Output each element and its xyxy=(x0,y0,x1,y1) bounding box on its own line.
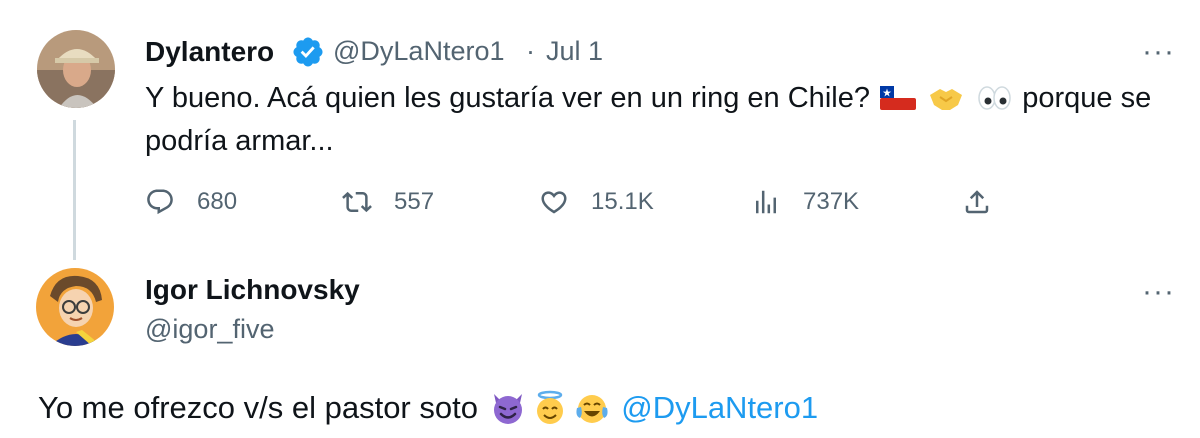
reply-text: Yo me ofrezco v/s el pastor soto @DyLaNt… xyxy=(38,390,818,426)
author-name[interactable]: Dylantero xyxy=(145,36,274,68)
like-button[interactable]: 15.1K xyxy=(539,182,654,222)
share-button[interactable] xyxy=(962,182,1014,222)
author-handle[interactable]: @DyLaNtero1 xyxy=(333,36,504,67)
heart-icon xyxy=(541,191,567,214)
mention-link[interactable]: @DyLaNtero1 xyxy=(621,390,818,425)
reply-more-options-icon[interactable]: ··· xyxy=(1142,277,1175,307)
reply-icon xyxy=(147,189,173,215)
avatar-dylantero[interactable] xyxy=(37,30,115,108)
tweet-text-continuation: porque se xyxy=(1022,82,1152,114)
reply-button[interactable]: 680 xyxy=(145,182,237,222)
reply-text-main: Yo me ofrezco v/s el pastor soto xyxy=(38,390,478,425)
retweet-button[interactable]: 557 xyxy=(342,182,434,222)
views-count: 737K xyxy=(803,188,860,215)
chile-flag-icon xyxy=(880,86,917,110)
reply-count: 680 xyxy=(197,188,238,215)
more-options-icon[interactable]: ··· xyxy=(1142,37,1175,67)
tweet-text-main: Y bueno. Acá quien les gustaría ver en u… xyxy=(145,82,870,114)
tears-of-joy-icon xyxy=(576,395,608,423)
avatar-igor[interactable] xyxy=(36,268,114,346)
eyes-icon xyxy=(978,86,1011,110)
tweet-text-line-1: Y bueno. Acá quien les gustaría ver en u… xyxy=(145,78,1151,118)
tweet-date[interactable]: Jul 1 xyxy=(546,36,603,67)
handshake-icon xyxy=(930,89,963,110)
tweet-text-line-2: podría armar... xyxy=(145,125,334,157)
retweet-icon xyxy=(342,191,372,213)
views-button[interactable]: 737K xyxy=(751,182,859,222)
verified-badge-icon xyxy=(293,37,323,67)
reply-author-handle[interactable]: @igor_five xyxy=(145,314,274,345)
thread-connector-line xyxy=(73,120,76,260)
separator-dot: · xyxy=(526,36,535,66)
halo-face-icon xyxy=(536,390,563,424)
like-count: 15.1K xyxy=(591,188,654,215)
reply-author-name[interactable]: Igor Lichnovsky xyxy=(145,274,360,306)
retweet-count: 557 xyxy=(394,188,435,215)
share-upload-icon xyxy=(965,190,989,214)
smiling-devil-icon xyxy=(493,394,522,424)
views-bar-chart-icon xyxy=(756,190,776,214)
